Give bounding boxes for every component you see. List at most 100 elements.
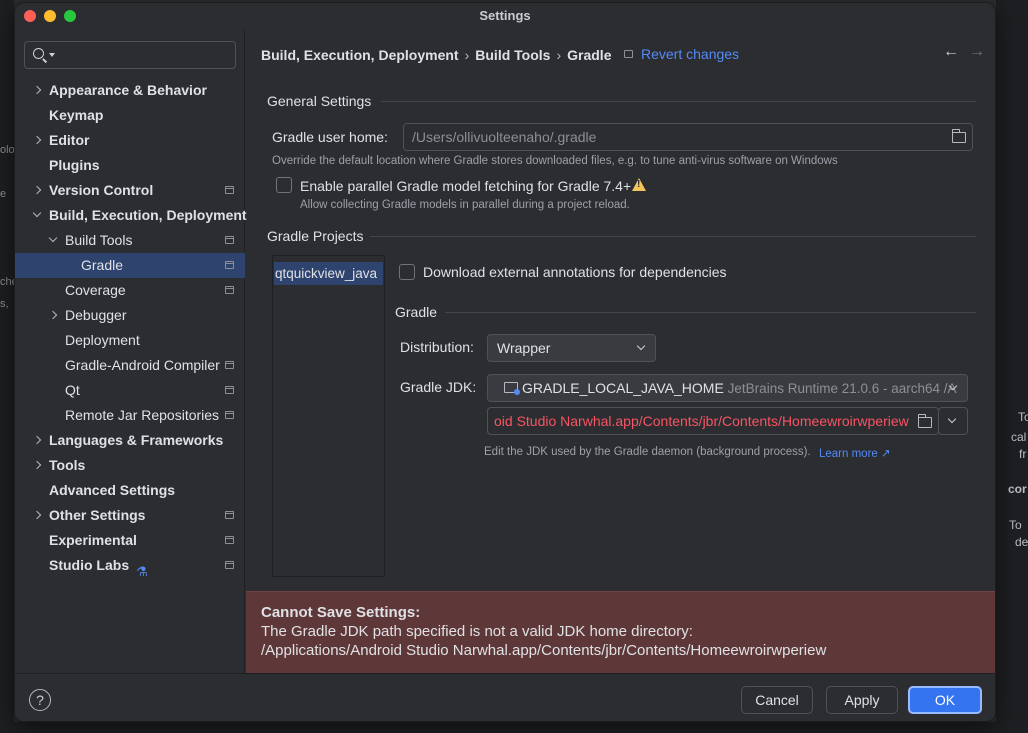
gradle-projects-heading: Gradle Projects: [267, 228, 364, 244]
chevron-down-icon: [636, 341, 646, 351]
sidebar-item-plugins[interactable]: Plugins: [15, 153, 245, 178]
chevron-right-icon[interactable]: [32, 435, 42, 445]
project-scope-icon: [225, 386, 234, 394]
flask-icon: ⚗: [136, 564, 148, 579]
breadcrumb: Build, Execution, Deployment › Build Tools…: [261, 47, 611, 63]
gradle-user-home-placeholder: /Users/ollivuolteenaho/.gradle: [412, 129, 597, 145]
chevron-right-icon[interactable]: [32, 510, 42, 520]
gradle-subsection-heading: Gradle: [395, 304, 438, 320]
sidebar-item-label: Coverage: [65, 282, 126, 298]
sidebar-item-label: Qt: [65, 382, 80, 398]
project-scope-icon: [225, 511, 234, 519]
search-icon: [33, 48, 44, 59]
forward-arrow-icon[interactable]: →: [969, 43, 985, 61]
download-annotations-label[interactable]: Download external annotations for depend…: [423, 264, 727, 280]
sidebar-item-label: Experimental: [49, 532, 137, 548]
breadcrumb-separator: ›: [464, 47, 470, 63]
settings-sidebar: Appearance & Behavior Keymap Editor Plugins…: [15, 29, 247, 673]
project-scope-icon: [225, 261, 234, 269]
learn-more-link[interactable]: Learn more ↗: [819, 446, 891, 460]
sidebar-item-editor[interactable]: Editor: [15, 128, 245, 153]
sidebar-item-gradle[interactable]: Gradle: [15, 253, 245, 278]
background-text: e: [0, 188, 7, 200]
parallel-fetching-label[interactable]: Enable parallel Gradle model fetching fo…: [300, 178, 631, 194]
background-editor-right: To cal fr cor To de: [996, 0, 1028, 733]
sidebar-item-label: Appearance & Behavior: [49, 82, 207, 98]
revert-changes-link[interactable]: Revert changes: [641, 46, 739, 62]
chevron-down-icon[interactable]: [32, 208, 42, 218]
section-divider: [381, 101, 976, 102]
gradle-project-item[interactable]: qtquickview_java: [274, 262, 383, 285]
folder-browse-icon[interactable]: [917, 414, 932, 428]
sidebar-item-debugger[interactable]: Debugger: [15, 303, 245, 328]
settings-content: Build, Execution, Deployment › Build Tools…: [246, 29, 995, 673]
sidebar-item-advanced-settings[interactable]: Advanced Settings: [15, 478, 245, 503]
minimize-window-button[interactable]: [44, 10, 56, 22]
sidebar-item-label: Version Control: [49, 182, 154, 198]
chevron-right-icon[interactable]: [32, 185, 42, 195]
settings-search-input[interactable]: [24, 41, 236, 69]
apply-button[interactable]: Apply: [826, 686, 898, 714]
background-text: To: [1018, 410, 1028, 424]
sidebar-item-version-control[interactable]: Version Control: [15, 178, 245, 203]
jdk-path-history-button[interactable]: [938, 407, 968, 435]
folder-browse-icon[interactable]: [951, 129, 966, 143]
gradle-projects-list: qtquickview_java: [272, 255, 385, 577]
cancel-button[interactable]: Cancel: [741, 686, 813, 714]
distribution-dropdown[interactable]: Wrapper: [487, 334, 656, 362]
general-settings-heading: General Settings: [267, 93, 372, 109]
sidebar-item-remote-jar-repositories[interactable]: Remote Jar Repositories: [15, 403, 245, 428]
sidebar-item-studio-labs[interactable]: Studio Labs ⚗: [15, 553, 245, 579]
chevron-right-icon[interactable]: [48, 310, 58, 320]
section-divider: [445, 312, 976, 313]
background-editor-left: olo e che s,: [0, 0, 18, 733]
chevron-right-icon[interactable]: [32, 85, 42, 95]
background-editor-bottom: [0, 722, 1028, 733]
search-history-dropdown-icon[interactable]: [49, 53, 55, 57]
jdk-detail: JetBrains Runtime 21.0.6 - aarch64 /A: [727, 381, 957, 396]
gradle-jdk-hint: Edit the JDK used by the Gradle daemon (…: [484, 446, 811, 458]
sidebar-item-qt[interactable]: Qt: [15, 378, 245, 403]
error-path: /Applications/Android Studio Narwhal.app…: [261, 642, 827, 659]
sidebar-item-languages-frameworks[interactable]: Languages & Frameworks: [15, 428, 245, 453]
gradle-user-home-input[interactable]: /Users/ollivuolteenaho/.gradle: [403, 123, 973, 151]
gradle-user-home-hint: Override the default location where Grad…: [272, 155, 838, 167]
sidebar-item-label: Keymap: [49, 107, 104, 123]
sidebar-item-experimental[interactable]: Experimental: [15, 528, 245, 553]
sidebar-item-build-execution-deployment[interactable]: Build, Execution, Deployment: [15, 203, 247, 228]
sidebar-item-label: Other Settings: [49, 507, 146, 523]
sidebar-item-gradle-android-compiler[interactable]: Gradle-Android Compiler: [15, 353, 245, 378]
project-scope-icon: [225, 286, 234, 294]
sidebar-item-appearance-behavior[interactable]: Appearance & Behavior: [15, 78, 245, 103]
breadcrumb-item: Build Tools: [475, 47, 551, 63]
back-arrow-icon[interactable]: ←: [943, 43, 959, 61]
help-icon[interactable]: ?: [29, 689, 51, 711]
download-annotations-checkbox[interactable]: [399, 264, 415, 280]
chevron-right-icon[interactable]: [32, 135, 42, 145]
gradle-jdk-path-input[interactable]: oid Studio Narwhal.app/Contents/jbr/Cont…: [487, 407, 939, 435]
project-scope-icon: [225, 411, 234, 419]
error-title: Cannot Save Settings:: [261, 604, 421, 621]
ok-button[interactable]: OK: [908, 686, 982, 714]
maximize-window-button[interactable]: [64, 10, 76, 22]
sidebar-item-build-tools[interactable]: Build Tools: [15, 228, 245, 253]
error-message: The Gradle JDK path specified is not a v…: [261, 623, 693, 640]
chevron-down-icon[interactable]: [48, 233, 58, 243]
chevron-right-icon[interactable]: [32, 460, 42, 470]
gradle-jdk-path-value: oid Studio Narwhal.app/Contents/jbr/Cont…: [494, 413, 909, 429]
sidebar-item-tools[interactable]: Tools: [15, 453, 245, 478]
sidebar-item-other-settings[interactable]: Other Settings: [15, 503, 245, 528]
chevron-down-icon: [947, 414, 957, 424]
settings-window: Settings Appearance & Behavior Keymap Edit…: [14, 2, 996, 722]
sidebar-item-label: Languages & Frameworks: [49, 432, 224, 448]
sidebar-item-keymap[interactable]: Keymap: [15, 103, 245, 128]
project-scope-icon: [225, 536, 234, 544]
parallel-fetching-hint: Allow collecting Gradle models in parall…: [300, 199, 630, 211]
sidebar-item-label: Build Tools: [65, 232, 133, 248]
gradle-jdk-dropdown[interactable]: GRADLE_LOCAL_JAVA_HOME JetBrains Runtime…: [487, 374, 968, 402]
close-window-button[interactable]: [24, 10, 36, 22]
sidebar-item-deployment[interactable]: Deployment: [15, 328, 245, 353]
background-text: To: [1009, 518, 1022, 532]
sidebar-item-coverage[interactable]: Coverage: [15, 278, 245, 303]
parallel-fetching-checkbox[interactable]: [276, 177, 292, 193]
